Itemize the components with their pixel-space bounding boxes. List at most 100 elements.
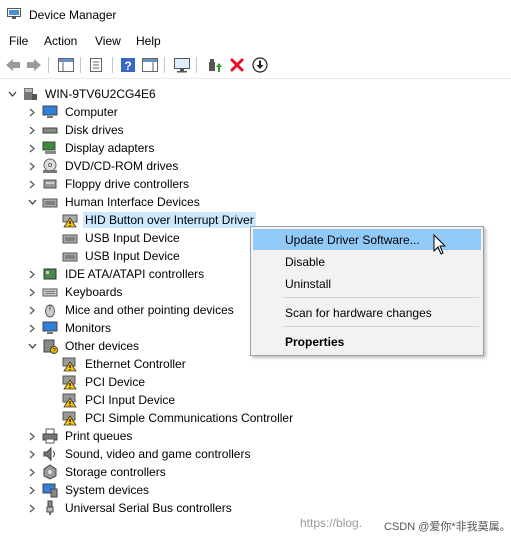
menu-view[interactable]: View [95, 34, 121, 48]
category-other-devices[interactable]: ? Other devices [26, 337, 141, 355]
computer-name: WIN-9TV6U2CG4E6 [45, 87, 156, 101]
category-label: Human Interface Devices [65, 195, 200, 209]
category-system-devices[interactable]: System devices [26, 481, 151, 499]
monitor-icon [42, 104, 58, 120]
expand-chevron-icon[interactable] [26, 319, 38, 337]
monitor-icon [42, 320, 58, 336]
uninstall-icon[interactable] [227, 55, 247, 75]
toolbar: ? [0, 52, 511, 79]
tree-root[interactable]: WIN-9TV6U2CG4E6 [6, 85, 158, 103]
category-sound-video-and-game-controllers[interactable]: Sound, video and game controllers [26, 445, 252, 463]
warning-device-icon [62, 356, 78, 372]
expand-chevron-icon[interactable] [26, 265, 38, 283]
show-hide-console-tree-icon[interactable] [56, 55, 76, 75]
collapse-chevron-icon[interactable] [26, 193, 38, 211]
speaker-icon [42, 446, 58, 462]
category-label: Universal Serial Bus controllers [65, 501, 232, 515]
device-label: PCI Simple Communications Controller [85, 411, 294, 425]
device-usb-input-device[interactable]: USB Input Device [46, 229, 182, 247]
warning-device-icon [62, 392, 78, 408]
menu-separator [283, 297, 479, 298]
category-label: DVD/CD-ROM drives [65, 159, 179, 173]
device-label: PCI Input Device [85, 393, 176, 407]
hid-icon [42, 194, 58, 210]
usb-icon [42, 500, 58, 516]
dvd-drive-icon [42, 158, 58, 174]
expand-chevron-icon[interactable] [26, 121, 38, 139]
forward-arrow-icon[interactable] [24, 55, 44, 75]
category-floppy-drive-controllers[interactable]: Floppy drive controllers [26, 175, 191, 193]
device-label: Ethernet Controller [85, 357, 186, 371]
other-devices-icon: ? [42, 338, 58, 354]
expand-chevron-icon[interactable] [26, 175, 38, 193]
warning-device-icon [62, 212, 78, 228]
category-label: Monitors [65, 321, 112, 335]
help-icon[interactable]: ? [118, 55, 138, 75]
expand-chevron-icon[interactable] [26, 427, 38, 445]
device-label: USB Input Device [85, 249, 180, 263]
category-universal-serial-bus-controllers[interactable]: Universal Serial Bus controllers [26, 499, 234, 517]
menu-action[interactable]: Action [44, 34, 77, 48]
disable-device-icon[interactable] [250, 55, 270, 75]
svg-text:?: ? [124, 59, 131, 73]
menu-file[interactable]: File [9, 34, 28, 48]
category-label: Print queues [65, 429, 133, 443]
category-label: Disk drives [65, 123, 124, 137]
expand-chevron-icon[interactable] [26, 103, 38, 121]
device-pci-input-device[interactable]: PCI Input Device [46, 391, 177, 409]
watermark-url: https://blog. [300, 516, 363, 530]
back-arrow-icon[interactable] [3, 55, 23, 75]
warning-device-icon [62, 374, 78, 390]
context-menu: Update Driver Software... Disable Uninst… [250, 226, 484, 356]
category-print-queues[interactable]: Print queues [26, 427, 134, 445]
category-ide-ata-atapi-controllers[interactable]: IDE ATA/ATAPI controllers [26, 265, 206, 283]
update-driver-icon[interactable] [204, 55, 224, 75]
category-display-adapters[interactable]: Display adapters [26, 139, 156, 157]
device-hid-button-over-interrupt-driver[interactable]: HID Button over Interrupt Driver [46, 211, 256, 229]
expand-chevron-icon[interactable] [26, 499, 38, 517]
hid-icon [62, 248, 78, 264]
category-storage-controllers[interactable]: Storage controllers [26, 463, 168, 481]
expand-chevron-icon[interactable] [26, 463, 38, 481]
expand-chevron-icon[interactable] [26, 301, 38, 319]
category-label: Storage controllers [65, 465, 166, 479]
expand-chevron-icon[interactable] [26, 157, 38, 175]
category-dvd-cd-rom-drives[interactable]: DVD/CD-ROM drives [26, 157, 180, 175]
category-monitors[interactable]: Monitors [26, 319, 113, 337]
hid-icon [62, 230, 78, 246]
storage-controller-icon [42, 464, 58, 480]
scan-hardware-icon[interactable] [172, 55, 192, 75]
expand-chevron-icon[interactable] [26, 283, 38, 301]
category-label: Other devices [65, 339, 140, 353]
category-label: System devices [65, 483, 150, 497]
device-label: PCI Device [85, 375, 146, 389]
properties-icon[interactable] [86, 55, 106, 75]
device-pci-device[interactable]: PCI Device [46, 373, 147, 391]
category-human-interface-devices[interactable]: Human Interface Devices [26, 193, 202, 211]
expand-chevron-icon[interactable] [26, 139, 38, 157]
category-mice-and-other-pointing-devices[interactable]: Mice and other pointing devices [26, 301, 236, 319]
category-disk-drives[interactable]: Disk drives [26, 121, 126, 139]
menu-help[interactable]: Help [136, 34, 161, 48]
collapse-chevron-icon[interactable] [6, 85, 18, 103]
category-label: Computer [65, 105, 118, 119]
expand-chevron-icon[interactable] [26, 481, 38, 499]
category-label: Display adapters [65, 141, 155, 155]
device-pci-simple-communications-controller[interactable]: PCI Simple Communications Controller [46, 409, 295, 427]
category-keyboards[interactable]: Keyboards [26, 283, 124, 301]
action-pane-icon[interactable] [140, 55, 160, 75]
collapse-chevron-icon[interactable] [26, 337, 38, 355]
device-label: HID Button over Interrupt Driver [83, 212, 256, 228]
menu-scan-for-hardware-changes[interactable]: Scan for hardware changes [253, 302, 481, 323]
category-computer[interactable]: Computer [26, 103, 120, 121]
mouse-pointer-icon [433, 234, 447, 255]
menu-uninstall[interactable]: Uninstall [253, 273, 481, 294]
device-usb-input-device[interactable]: USB Input Device [46, 247, 182, 265]
menu-properties[interactable]: Properties [253, 331, 481, 352]
title-bar: Device Manager [0, 0, 511, 30]
menu-bar: File Action View Help [0, 30, 511, 51]
device-ethernet-controller[interactable]: Ethernet Controller [46, 355, 188, 373]
warning-device-icon [62, 410, 78, 426]
expand-chevron-icon[interactable] [26, 445, 38, 463]
keyboard-icon [42, 284, 58, 300]
